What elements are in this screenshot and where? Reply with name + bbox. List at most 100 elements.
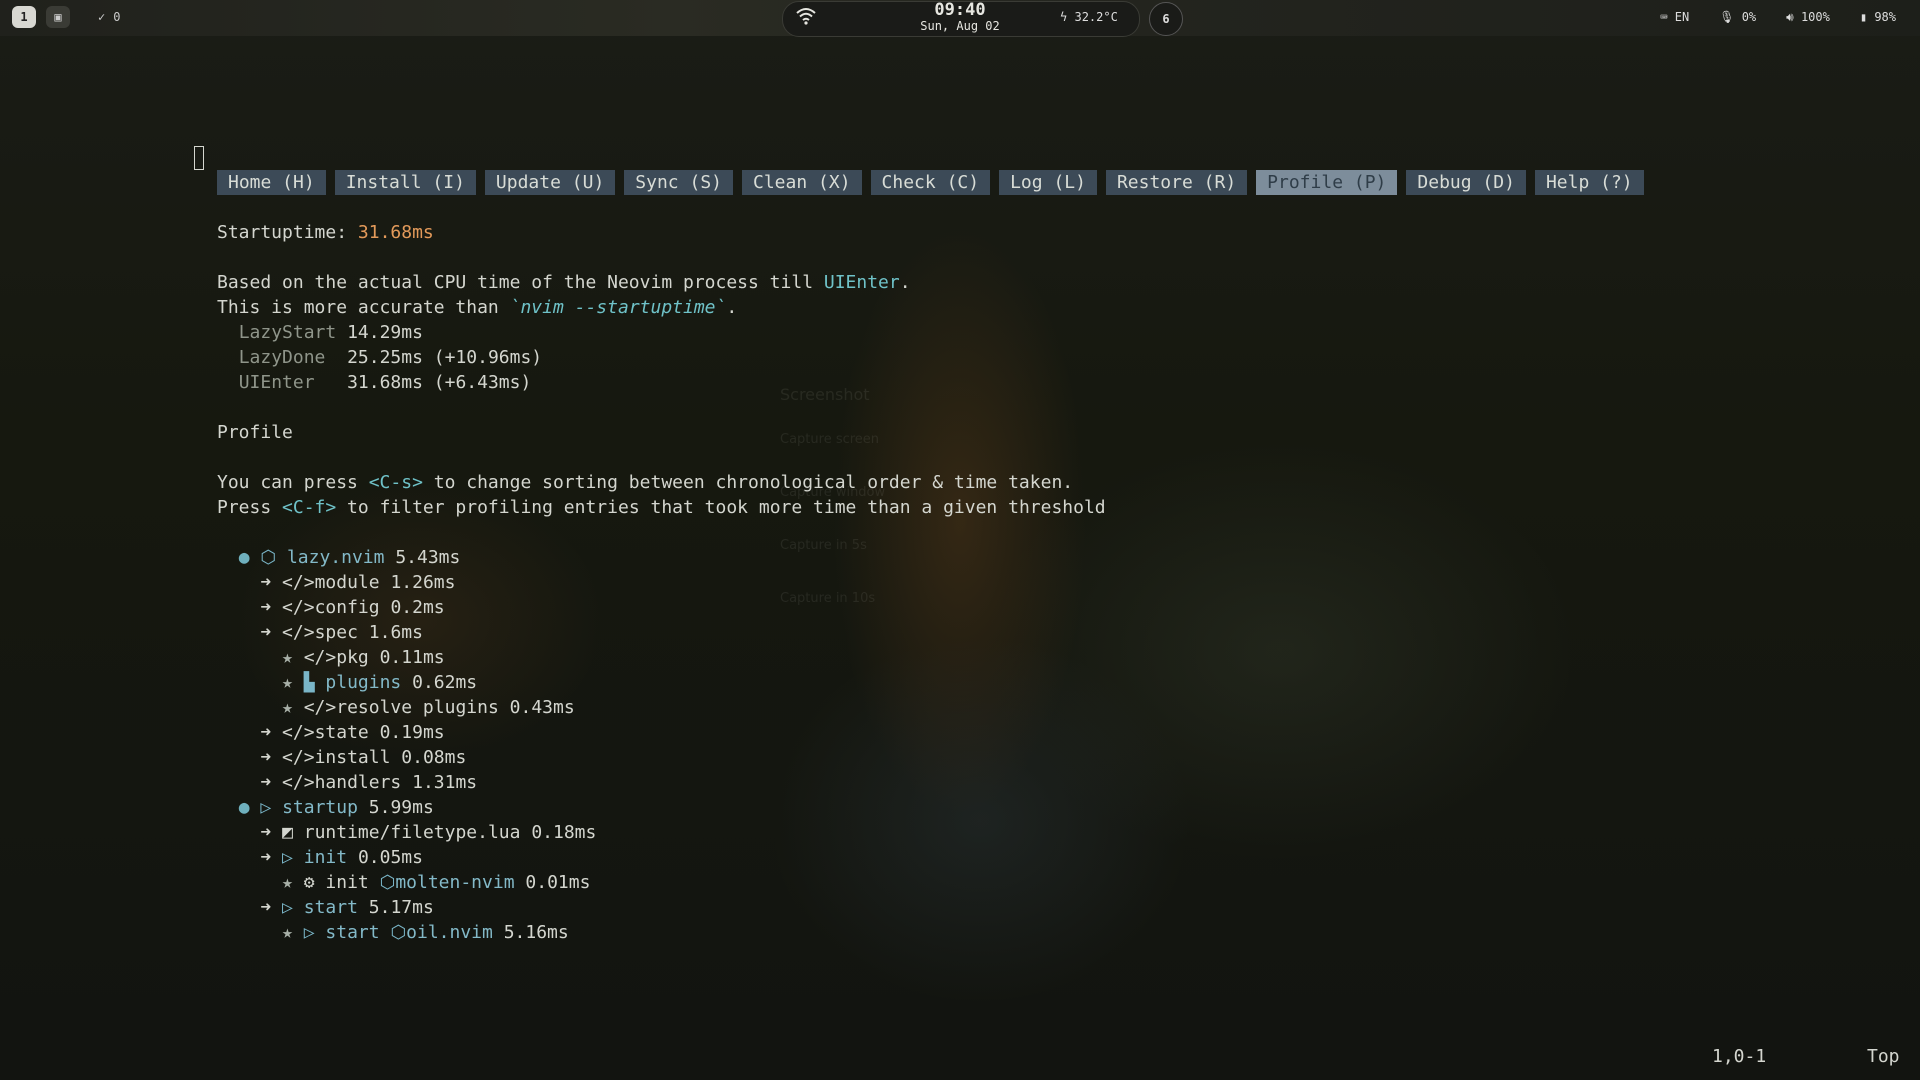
profile-tree-row[interactable]: ➜ </>module 1.26ms (217, 570, 1644, 595)
profile-entry-name: handlers (314, 772, 402, 793)
profile-entry-time: 0.01ms (525, 872, 591, 893)
language-value: EN (1674, 10, 1690, 24)
bolt-icon: ϟ (1060, 10, 1068, 24)
profile-entry-name: config (314, 597, 380, 618)
play-icon: ▷ (282, 897, 293, 918)
profile-tree: ● ⬡ lazy.nvim 5.43ms ➜ </>module 1.26ms … (217, 545, 1644, 945)
profile-tree-row[interactable]: ➜ </>install 0.08ms (217, 745, 1644, 770)
profile-entry-time: 0.19ms (379, 722, 445, 743)
profile-tree-row[interactable]: ★ ▷ start ⬡oil.nvim 5.16ms (217, 920, 1644, 945)
startuptime-value: 31.68ms (357, 222, 434, 243)
bullet-dot-icon: ● (238, 547, 250, 568)
arrow-right-icon: ➜ (260, 897, 272, 918)
lazy-tab-bar: Home (H) Install (I) Update (U) Sync (S)… (217, 170, 1644, 195)
profile-entry-time: 0.18ms (531, 822, 597, 843)
profile-entry-name: spec (314, 622, 358, 643)
profile-tree-row[interactable]: ➜ ◩ runtime/filetype.lua 0.18ms (217, 820, 1644, 845)
profile-tree-row[interactable]: ➜ </>config 0.2ms (217, 595, 1644, 620)
keymap-ctrl-f: <C-f> (282, 497, 337, 518)
tab-clean[interactable]: Clean (X) (742, 170, 862, 195)
volume-status[interactable]: 🔊︎ 100% (1786, 10, 1830, 25)
tab-help[interactable]: Help (?) (1534, 170, 1644, 195)
battery-value: 98% (1874, 10, 1896, 24)
gear-icon: ⚙ (303, 872, 315, 893)
clock[interactable]: 09:40 Sun, Aug 02 (900, 1, 1020, 33)
profile-tree-row[interactable]: ➜ </>handlers 1.31ms (217, 770, 1644, 795)
star-icon: ★ (282, 872, 293, 893)
arrow-right-icon: ➜ (260, 822, 272, 843)
profile-entry-name: state (314, 722, 369, 743)
startuptime-line: Startuptime: 31.68ms (217, 220, 1644, 245)
mic-value: 0% (1741, 10, 1757, 24)
workspace-1-button[interactable]: 1 (12, 6, 36, 28)
play-icon: ▷ (282, 847, 293, 868)
checklist-icon: ✓ (98, 10, 106, 24)
profile-entry-name: resolve plugins (336, 697, 499, 718)
desc-text: This is more accurate than (217, 297, 510, 318)
startup-description-2: This is more accurate than `nvim --start… (217, 295, 1644, 320)
startup-description-1: Based on the actual CPU time of the Neov… (217, 270, 1644, 295)
keyboard-layout[interactable]: ⌨ EN (1660, 10, 1689, 25)
tab-restore[interactable]: Restore (R) (1105, 170, 1248, 195)
tab-update[interactable]: Update (U) (484, 170, 616, 195)
profile-entry-time: 5.43ms (395, 547, 461, 568)
task-count: 0 (113, 10, 121, 24)
metric-name: LazyStart (238, 322, 337, 343)
profile-tree-row[interactable]: ● ▷ startup 5.99ms (217, 795, 1644, 820)
profile-tree-row[interactable]: ➜ ▷ init 0.05ms (217, 845, 1644, 870)
tab-home[interactable]: Home (H) (217, 170, 326, 195)
microphone-status[interactable]: 🎙︎ 0% (1719, 10, 1756, 25)
scroll-position: Top (1867, 1046, 1900, 1067)
tab-check[interactable]: Check (C) (870, 170, 991, 195)
profile-entry-time: 0.62ms (412, 672, 478, 693)
arrow-right-icon: ➜ (260, 572, 272, 593)
keyboard-icon: ⌨ (1660, 10, 1675, 24)
notification-count-button[interactable]: 6 (1149, 2, 1183, 36)
package-icon: ⬡ (379, 872, 396, 893)
code-icon: </> (282, 572, 315, 593)
tab-sync[interactable]: Sync (S) (624, 170, 733, 195)
play-icon: ▷ (260, 797, 272, 818)
profile-entry-time: 5.16ms (503, 922, 569, 943)
text-cursor (194, 146, 204, 170)
star-icon: ★ (282, 672, 293, 693)
profile-entry-name: runtime/filetype.lua (303, 822, 521, 843)
profile-tree-row[interactable]: ★ </>resolve plugins 0.43ms (217, 695, 1644, 720)
metric-uienter: UIEnter 31.68ms (+6.43ms) (217, 370, 1644, 395)
tab-debug[interactable]: Debug (D) (1406, 170, 1526, 195)
profile-entry-name: init (303, 847, 348, 868)
profile-tree-row[interactable]: ➜ </>state 0.19ms (217, 720, 1644, 745)
arrow-right-icon: ➜ (260, 722, 272, 743)
tab-profile[interactable]: Profile (P) (1256, 170, 1398, 195)
star-icon: ★ (282, 697, 293, 718)
mic-muted-icon: 🎙︎ (1719, 10, 1742, 24)
arrow-right-icon: ➜ (260, 772, 272, 793)
profile-tree-row[interactable]: ★ ⚙ init ⬡molten-nvim 0.01ms (217, 870, 1644, 895)
profile-tree-row[interactable]: ➜ </>spec 1.6ms (217, 620, 1644, 645)
wifi-icon[interactable] (796, 7, 816, 25)
profile-entry-time: 5.99ms (368, 797, 434, 818)
profile-tree-row[interactable]: ★ ▙ plugins 0.62ms (217, 670, 1644, 695)
tab-log[interactable]: Log (L) (999, 170, 1097, 195)
desc-punct: . (899, 272, 911, 293)
profile-tree-row[interactable]: ● ⬡ lazy.nvim 5.43ms (217, 545, 1644, 570)
profile-entry-time: 5.17ms (368, 897, 434, 918)
task-counter[interactable]: ✓ 0 (98, 10, 120, 24)
profile-entry-time: 0.11ms (379, 647, 445, 668)
runtime-icon: ◩ (282, 822, 293, 843)
profile-tree-row[interactable]: ➜ ▷ start 5.17ms (217, 895, 1644, 920)
battery-status[interactable]: ▮ 98% (1860, 10, 1896, 25)
profile-entry-time: 1.6ms (368, 622, 423, 643)
hint-text: to change sorting between chronological … (422, 472, 1074, 493)
workspace-switcher-icon[interactable]: ▣ (46, 6, 70, 28)
desc-text: Based on the actual CPU time of the Neov… (217, 272, 824, 293)
profile-tree-row[interactable]: ★ </>pkg 0.11ms (217, 645, 1644, 670)
tab-install[interactable]: Install (I) (334, 170, 476, 195)
